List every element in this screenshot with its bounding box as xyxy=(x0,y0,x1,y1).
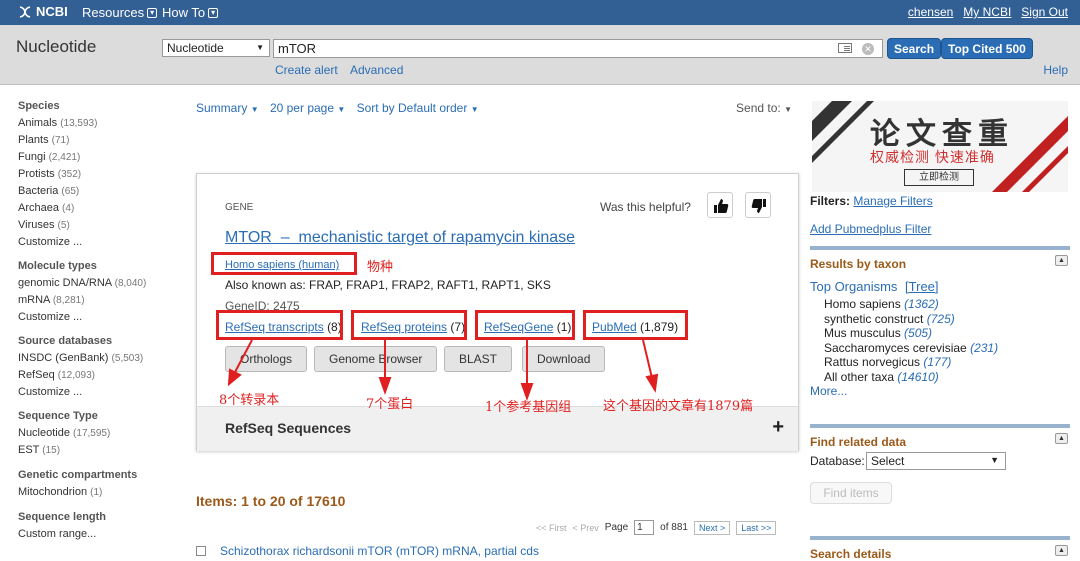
tree-link[interactable]: [Tree] xyxy=(905,279,938,294)
collapse-icon[interactable]: ▲ xyxy=(1055,545,1068,556)
arrowhead-transcripts xyxy=(227,368,242,387)
annotation-refseqgene: 1个参考基因组 xyxy=(485,400,572,415)
ad-banner[interactable]: 论文查重 权威检测 快速准确 立即检测 xyxy=(812,101,1068,192)
taxon-name: synthetic construct xyxy=(824,311,924,326)
related-data-portlet: Find related data ▲ Database: Select ▼ F… xyxy=(810,424,1070,504)
next-page-button[interactable]: Next > xyxy=(693,520,731,535)
ad-button[interactable]: 立即检测 xyxy=(904,169,974,186)
taxon-portlet: Results by taxon ▲ Top Organisms [Tree] … xyxy=(810,246,1070,398)
taxon-name: All other taxa xyxy=(824,369,895,384)
arrowhead-proteins xyxy=(378,377,392,395)
taxon-count: (14610) xyxy=(897,369,939,384)
page-input[interactable]: 1 xyxy=(634,520,655,535)
taxon-count: (231) xyxy=(970,340,999,355)
taxon-name: Rattus norvegicus xyxy=(824,355,921,369)
prev-page-link[interactable]: < Prev xyxy=(573,523,599,533)
search-details-heading: Search details xyxy=(810,547,892,561)
result-title-link[interactable]: Schizothorax richardsonii mTOR (mTOR) mR… xyxy=(220,544,539,558)
taxon-item[interactable]: Saccharomyces cerevisiae (231) xyxy=(824,341,1070,356)
taxon-name: Mus musculus xyxy=(824,326,901,340)
taxon-item[interactable]: Mus musculus (505) xyxy=(824,326,1070,341)
filters-label: Filters: xyxy=(810,194,851,208)
search-details-portlet: Search details ▲ xyxy=(810,536,1070,561)
result-row: Schizothorax richardsonii mTOR (mTOR) mR… xyxy=(196,544,539,558)
taxon-heading: Results by taxon xyxy=(810,257,907,271)
result-checkbox[interactable] xyxy=(196,546,206,556)
related-database-select[interactable]: Select ▼ xyxy=(866,452,1006,470)
last-page-button[interactable]: Last >> xyxy=(736,520,777,535)
taxon-name: Homo sapiens xyxy=(824,297,901,311)
related-database-value: Select xyxy=(871,454,905,468)
more-taxa-link[interactable]: More... xyxy=(810,384,847,398)
taxon-count: (177) xyxy=(923,355,952,369)
manage-filters-link[interactable]: Manage Filters xyxy=(853,194,932,208)
taxon-count: (1362) xyxy=(904,297,939,311)
taxon-name: Saccharomyces cerevisiae xyxy=(824,340,967,355)
items-count: Items: 1 to 20 of 17610 xyxy=(196,493,346,509)
taxon-count: (505) xyxy=(904,326,933,340)
collapse-icon[interactable]: ▲ xyxy=(1055,255,1068,266)
filters-row: Filters: Manage Filters xyxy=(810,194,1070,208)
page-of: of 881 xyxy=(660,522,688,533)
right-sidebar: Filters: Manage Filters Add Pubmedplus F… xyxy=(810,194,1070,561)
taxon-item[interactable]: All other taxa (14610) xyxy=(824,370,1070,385)
add-pubmedplus-link[interactable]: Add Pubmedplus Filter xyxy=(810,222,931,236)
first-page-link[interactable]: << First xyxy=(536,523,567,533)
taxon-item[interactable]: Homo sapiens (1362) xyxy=(824,297,1070,312)
find-items-button[interactable]: Find items xyxy=(810,482,892,504)
pager: << First < Prev Page 1 of 881 Next > Las… xyxy=(536,520,777,535)
arrow-pubmed xyxy=(642,339,653,379)
taxa-list: Homo sapiens (1362) synthetic construct (… xyxy=(824,297,1070,384)
taxon-item[interactable]: Rattus norvegicus (177) xyxy=(824,355,1070,370)
taxon-item[interactable]: synthetic construct (725) xyxy=(824,312,1070,327)
arrow-transcripts xyxy=(233,339,253,375)
top-organisms-label: Top Organisms xyxy=(810,279,898,294)
collapse-icon[interactable]: ▲ xyxy=(1055,433,1068,444)
annotation-proteins: 7个蛋白 xyxy=(366,397,414,412)
database-label: Database: xyxy=(810,454,865,468)
taxon-count: (725) xyxy=(926,311,955,326)
related-data-heading: Find related data xyxy=(810,435,907,449)
page-label: Page xyxy=(604,522,629,533)
annotation-transcripts: 8个转录本 xyxy=(219,393,280,408)
annotation-pubmed: 这个基因的文章有1879篇 xyxy=(603,399,754,414)
ad-subline: 权威检测 快速准确 xyxy=(870,149,995,165)
arrowhead-pubmed xyxy=(645,373,659,393)
dropdown-arrow-icon: ▼ xyxy=(990,455,999,465)
